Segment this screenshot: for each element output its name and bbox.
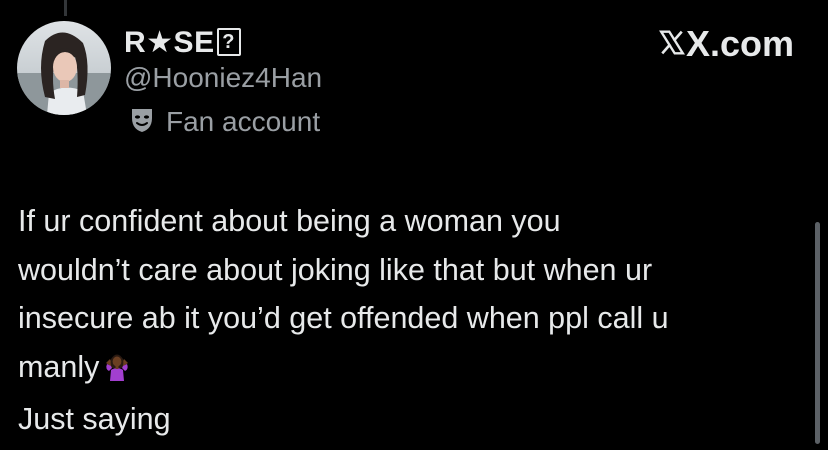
thread-connector-line bbox=[64, 0, 67, 16]
tweet-text: If ur confident about being a woman you … bbox=[18, 197, 808, 444]
account-label: Fan account bbox=[130, 104, 320, 140]
woman-shrugging-emoji-icon bbox=[103, 347, 131, 396]
user-handle[interactable]: @Hooniez4Han bbox=[124, 62, 322, 94]
display-name-text: R★SE bbox=[124, 25, 215, 59]
tweet-closing-line: Just saying bbox=[18, 402, 171, 436]
scrollbar[interactable] bbox=[815, 222, 820, 444]
x-logo-icon bbox=[658, 23, 685, 65]
mask-icon bbox=[130, 107, 154, 138]
account-label-text: Fan account bbox=[166, 106, 321, 137]
brand-watermark: X.com bbox=[658, 23, 794, 65]
avatar-photo bbox=[17, 21, 111, 115]
unsupported-glyph-box: ? bbox=[216, 28, 241, 56]
brand-label: X.com bbox=[685, 23, 794, 64]
avatar[interactable] bbox=[17, 21, 111, 115]
display-name[interactable]: R★SE ? bbox=[124, 22, 241, 62]
